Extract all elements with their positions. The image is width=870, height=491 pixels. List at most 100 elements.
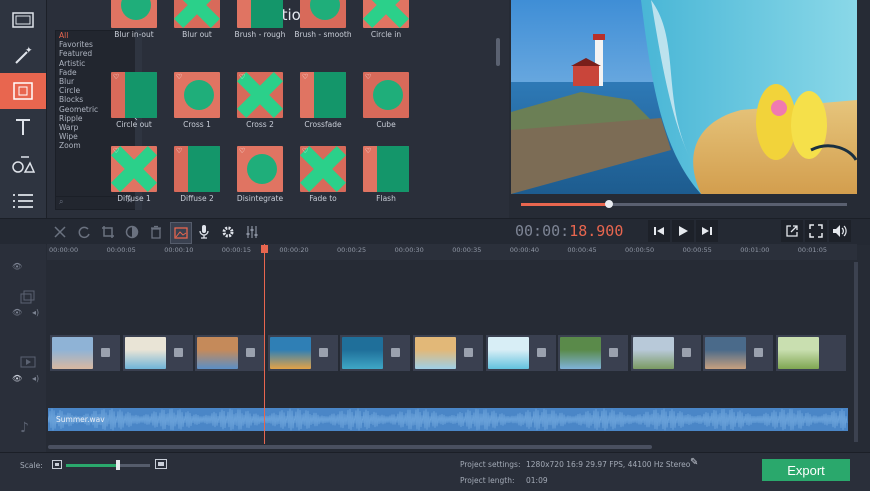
media-icon[interactable]: [170, 222, 192, 244]
video-preview: [511, 0, 857, 194]
transition-marker-icon[interactable]: [101, 348, 110, 357]
transition-tile[interactable]: ♡ Diffuse 2: [166, 146, 228, 204]
transition-marker-icon[interactable]: [173, 348, 183, 357]
crop-icon[interactable]: [98, 222, 118, 242]
favorite-heart-icon[interactable]: ♡: [239, 147, 245, 155]
transition-tile[interactable]: ♡ Cube: [355, 72, 417, 130]
video-clip[interactable]: [413, 335, 483, 371]
transition-tile[interactable]: ♡ Cross 2: [229, 72, 291, 130]
waveform-path: [47, 408, 848, 431]
delete-icon[interactable]: [146, 222, 166, 242]
transition-tile[interactable]: Circle in: [355, 0, 417, 40]
tool-strip: ✦: [0, 0, 47, 218]
category-item[interactable]: Wipe: [56, 132, 136, 141]
favorite-heart-icon[interactable]: ♡: [113, 73, 119, 81]
playhead[interactable]: [264, 244, 265, 444]
transition-tile[interactable]: Brush - rough: [229, 0, 291, 40]
clip-thumbnail: [197, 337, 239, 369]
transition-thumbnail: [174, 0, 220, 28]
eye-icon[interactable]: 👁: [12, 262, 22, 271]
seek-handle[interactable]: [605, 200, 614, 208]
timeline-horizontal-scrollbar[interactable]: [48, 445, 652, 449]
video-clip[interactable]: [267, 335, 338, 371]
transition-thumbnail: ♡: [174, 146, 220, 192]
transition-tile[interactable]: ♡ Cross 1: [166, 72, 228, 130]
transition-marker-icon[interactable]: [754, 348, 764, 357]
audio-clip[interactable]: [47, 408, 848, 431]
video-clip[interactable]: [703, 335, 774, 371]
category-item[interactable]: Artistic: [56, 59, 136, 68]
favorite-heart-icon[interactable]: ♡: [302, 147, 308, 155]
transitions-icon[interactable]: [0, 73, 46, 109]
export-button[interactable]: Export: [762, 459, 850, 481]
clip-thumbnail: [487, 337, 529, 369]
color-adjust-icon[interactable]: [122, 222, 142, 242]
speaker-icon[interactable]: ◂): [32, 374, 39, 383]
speaker-icon[interactable]: ◂): [32, 308, 39, 317]
video-clip[interactable]: [195, 335, 266, 371]
transition-thumbnail: ♡: [237, 72, 283, 118]
transition-overlay: [247, 154, 277, 184]
favorite-heart-icon[interactable]: ♡: [365, 147, 371, 155]
favorite-heart-icon[interactable]: ♡: [239, 73, 245, 81]
svg-text:✦: ✦: [25, 46, 33, 56]
transition-marker-icon[interactable]: [609, 348, 619, 357]
eye-icon[interactable]: 👁: [12, 308, 22, 317]
favorite-heart-icon[interactable]: ♡: [365, 73, 371, 81]
previous-button[interactable]: [648, 220, 670, 242]
category-item[interactable]: Featured: [56, 49, 136, 58]
eye-icon[interactable]: 👁: [12, 374, 22, 383]
magic-wand-icon[interactable]: ✦: [0, 37, 46, 73]
fullscreen-button[interactable]: [805, 220, 827, 242]
video-clip[interactable]: [50, 335, 120, 371]
transition-tile[interactable]: ♡ Fade to: [292, 146, 354, 204]
transition-tile[interactable]: ♡ Diffuse 1: [103, 146, 165, 204]
video-clip[interactable]: [340, 335, 411, 371]
video-clip[interactable]: [485, 335, 556, 371]
transition-marker-icon[interactable]: [464, 348, 473, 357]
zoom-in-icon[interactable]: [155, 459, 167, 469]
titles-icon[interactable]: [0, 109, 46, 145]
zoom-out-icon[interactable]: [52, 460, 62, 469]
volume-button[interactable]: [829, 220, 851, 242]
zoom-slider-handle[interactable]: [116, 460, 120, 470]
transition-thumbnail: ♡: [237, 146, 283, 192]
favorite-heart-icon[interactable]: ♡: [176, 73, 182, 81]
timeline-ruler[interactable]: 00:00:00 00:00:05 00:00:10 00:00:15 00:00:20…: [47, 244, 857, 260]
settings-gear-icon[interactable]: [218, 222, 238, 242]
transition-tile[interactable]: Brush - smooth: [292, 0, 354, 40]
rotate-icon[interactable]: [74, 222, 94, 242]
transition-marker-icon[interactable]: [536, 348, 546, 357]
detach-preview-button[interactable]: [781, 220, 803, 242]
transition-tile[interactable]: Blur out: [166, 0, 228, 40]
video-clip[interactable]: [558, 335, 629, 371]
transition-tile[interactable]: Blur in-out: [103, 0, 165, 40]
category-item[interactable]: Favorites: [56, 40, 136, 49]
favorite-heart-icon[interactable]: ♡: [176, 147, 182, 155]
cut-icon[interactable]: [50, 222, 70, 242]
timeline-vertical-scrollbar[interactable]: [854, 262, 858, 442]
list-icon[interactable]: [0, 183, 46, 219]
callouts-icon[interactable]: [0, 146, 46, 182]
transition-marker-icon[interactable]: [391, 348, 401, 357]
favorite-heart-icon[interactable]: ♡: [113, 147, 119, 155]
edit-pencil-icon[interactable]: ✎: [690, 457, 698, 468]
microphone-icon[interactable]: [194, 222, 214, 242]
video-clip[interactable]: [630, 335, 701, 371]
transition-tile[interactable]: ♡ Circle out: [103, 72, 165, 130]
next-button[interactable]: [696, 220, 718, 242]
favorite-heart-icon[interactable]: ♡: [302, 73, 308, 81]
transition-marker-icon[interactable]: [681, 348, 691, 357]
transition-marker-icon[interactable]: [246, 348, 256, 357]
video-clip[interactable]: [122, 335, 193, 371]
transition-marker-icon[interactable]: [318, 348, 328, 357]
import-media-icon[interactable]: [0, 2, 46, 38]
video-clip[interactable]: [776, 335, 846, 371]
transition-tile[interactable]: ♡ Crossfade: [292, 72, 354, 130]
equalizer-icon[interactable]: [242, 222, 262, 242]
transition-tile[interactable]: ♡ Disintegrate: [229, 146, 291, 204]
grid-scrollbar[interactable]: [496, 38, 500, 66]
transition-overlay: [373, 80, 403, 110]
transition-tile[interactable]: ♡ Flash: [355, 146, 417, 204]
play-button[interactable]: [672, 220, 694, 242]
